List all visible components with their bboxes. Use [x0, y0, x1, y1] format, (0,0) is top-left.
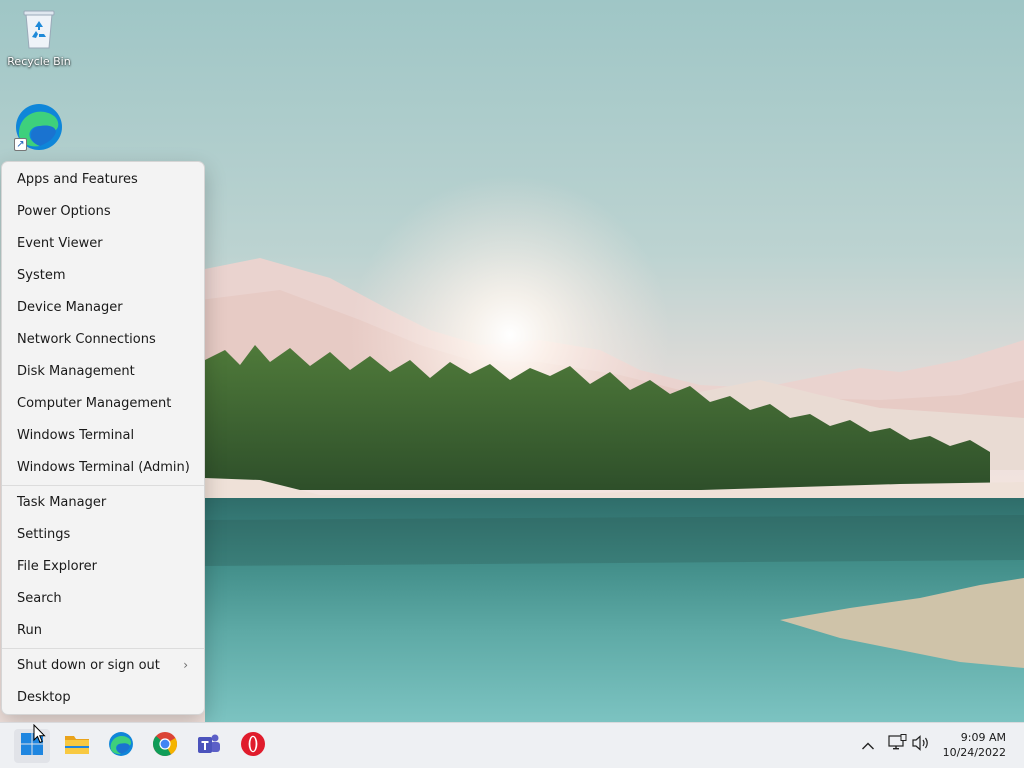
menu-item-disk-management[interactable]: Disk Management — [6, 357, 200, 385]
menu-item-windows-terminal-admin[interactable]: Windows Terminal (Admin) — [6, 453, 200, 481]
menu-separator — [2, 648, 204, 649]
menu-item-task-manager[interactable]: Task Manager — [6, 488, 200, 516]
taskbar: 9:09 AM 10/24/2022 — [0, 722, 1024, 768]
menu-item-apps-and-features[interactable]: Apps and Features — [6, 165, 200, 193]
menu-separator — [2, 485, 204, 486]
desktop-icon-label: Recycle Bin — [7, 55, 71, 68]
desktop-icon-edge[interactable]: ↗ — [1, 102, 77, 157]
chrome-icon — [152, 731, 178, 761]
taskbar-teams[interactable] — [191, 729, 227, 763]
recycle-bin-icon — [1, 6, 77, 53]
clock-time: 9:09 AM — [960, 731, 1006, 744]
menu-item-search[interactable]: Search — [6, 584, 200, 612]
mouse-cursor-icon — [33, 723, 47, 748]
volume-icon — [911, 735, 931, 755]
opera-icon — [240, 731, 266, 761]
teams-icon — [196, 731, 222, 761]
quick-link-menu: Apps and Features Power Options Event Vi… — [1, 161, 205, 715]
desktop-icon-recycle-bin[interactable]: Recycle Bin — [1, 6, 77, 68]
taskbar-opera[interactable] — [235, 729, 271, 763]
edge-icon — [1, 102, 77, 155]
tray-volume[interactable] — [910, 735, 932, 755]
network-icon — [887, 734, 907, 756]
menu-item-event-viewer[interactable]: Event Viewer — [6, 229, 200, 257]
file-explorer-icon — [64, 733, 90, 759]
taskbar-edge[interactable] — [103, 729, 139, 763]
menu-item-windows-terminal[interactable]: Windows Terminal — [6, 421, 200, 449]
menu-item-computer-management[interactable]: Computer Management — [6, 389, 200, 417]
chevron-up-icon — [861, 736, 875, 755]
shortcut-arrow-icon: ↗ — [14, 138, 27, 151]
taskbar-chrome[interactable] — [147, 729, 183, 763]
edge-icon — [108, 731, 134, 761]
menu-item-network-connections[interactable]: Network Connections — [6, 325, 200, 353]
tray-network[interactable] — [886, 734, 908, 756]
menu-item-file-explorer[interactable]: File Explorer — [6, 552, 200, 580]
taskbar-clock[interactable]: 9:09 AM 10/24/2022 — [936, 730, 1006, 760]
menu-item-run[interactable]: Run — [6, 616, 200, 644]
taskbar-file-explorer[interactable] — [59, 729, 95, 763]
menu-item-power-options[interactable]: Power Options — [6, 197, 200, 225]
clock-date: 10/24/2022 — [942, 746, 1006, 759]
menu-item-shut-down-or-sign-out[interactable]: Shut down or sign out › — [6, 651, 200, 679]
menu-item-system[interactable]: System — [6, 261, 200, 289]
menu-item-device-manager[interactable]: Device Manager — [6, 293, 200, 321]
menu-item-settings[interactable]: Settings — [6, 520, 200, 548]
tray-overflow-button[interactable] — [858, 735, 878, 755]
chevron-right-icon: › — [183, 658, 188, 672]
menu-item-desktop[interactable]: Desktop — [6, 683, 200, 711]
